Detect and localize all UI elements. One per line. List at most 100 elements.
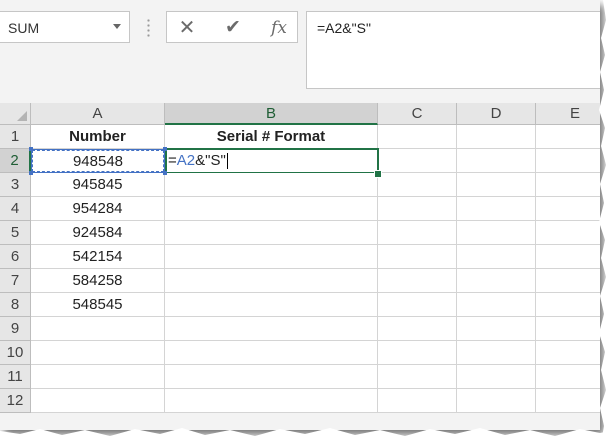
cell-a9[interactable] — [31, 317, 165, 341]
cell-c3[interactable] — [378, 173, 457, 197]
cell-e2[interactable] — [536, 149, 600, 173]
cell-e12[interactable] — [536, 389, 600, 413]
cell-d11[interactable] — [457, 365, 536, 389]
cell-e5[interactable] — [536, 221, 600, 245]
cell-d1[interactable] — [457, 125, 536, 149]
resize-grip-icon[interactable] — [147, 18, 150, 38]
reference-handle[interactable] — [29, 147, 33, 151]
cell-b1[interactable]: Serial # Format — [165, 125, 378, 149]
enter-check-icon[interactable]: ✔ — [219, 17, 247, 39]
edit-suffix: &"S" — [195, 152, 226, 169]
cell-b7[interactable] — [165, 269, 378, 293]
cell-d10[interactable] — [457, 341, 536, 365]
cell-d12[interactable] — [457, 389, 536, 413]
torn-edge-right — [599, 0, 615, 443]
select-all-button[interactable] — [0, 103, 31, 125]
cell-b10[interactable] — [165, 341, 378, 365]
cell-c12[interactable] — [378, 389, 457, 413]
formula-text: =A2&"S" — [317, 20, 371, 36]
cell-c5[interactable] — [378, 221, 457, 245]
row-header-4[interactable]: 4 — [0, 197, 31, 221]
cell-b4[interactable] — [165, 197, 378, 221]
cell-c9[interactable] — [378, 317, 457, 341]
row-header-11[interactable]: 11 — [0, 365, 31, 389]
chevron-down-icon[interactable] — [113, 24, 121, 29]
cell-a8[interactable]: 548545 — [31, 293, 165, 317]
column-header-a[interactable]: A — [31, 103, 165, 125]
reference-handle[interactable] — [163, 147, 167, 151]
cell-a10[interactable] — [31, 341, 165, 365]
cell-a4[interactable]: 954284 — [31, 197, 165, 221]
reference-handle[interactable] — [163, 171, 167, 175]
cell-b12[interactable] — [165, 389, 378, 413]
cell-e3[interactable] — [536, 173, 600, 197]
cell-b2-editing[interactable]: =A2&"S" — [165, 148, 379, 174]
cell-e11[interactable] — [536, 365, 600, 389]
name-box[interactable]: SUM — [0, 11, 130, 43]
cell-d2[interactable] — [457, 149, 536, 173]
row-header-5[interactable]: 5 — [0, 221, 31, 245]
column-header-b[interactable]: B — [165, 103, 378, 125]
cell-b8[interactable] — [165, 293, 378, 317]
cell-a3[interactable]: 945845 — [31, 173, 165, 197]
row-header-9[interactable]: 9 — [0, 317, 31, 341]
row-header-3[interactable]: 3 — [0, 173, 31, 197]
cell-c11[interactable] — [378, 365, 457, 389]
cell-a11[interactable] — [31, 365, 165, 389]
cell-e9[interactable] — [536, 317, 600, 341]
cell-d9[interactable] — [457, 317, 536, 341]
cell-c1[interactable] — [378, 125, 457, 149]
formula-buttons: ✕ ✔ fx — [166, 11, 298, 43]
edit-reference: A2 — [176, 152, 196, 169]
row-header-8[interactable]: 8 — [0, 293, 31, 317]
cell-e8[interactable] — [536, 293, 600, 317]
cell-b6[interactable] — [165, 245, 378, 269]
row-header-2[interactable]: 2 — [0, 149, 31, 173]
cell-b11[interactable] — [165, 365, 378, 389]
row-header-6[interactable]: 6 — [0, 245, 31, 269]
cell-e6[interactable] — [536, 245, 600, 269]
cell-b3[interactable] — [165, 173, 378, 197]
cell-b9[interactable] — [165, 317, 378, 341]
cell-c7[interactable] — [378, 269, 457, 293]
row-header-10[interactable]: 10 — [0, 341, 31, 365]
excel-window: SUM ✕ ✔ fx =A2&"S" A B C D E 1 2 3 4 5 6… — [0, 0, 600, 430]
column-header-c[interactable]: C — [378, 103, 457, 125]
edit-prefix: = — [168, 152, 177, 169]
insert-function-icon[interactable]: fx — [265, 17, 293, 39]
cell-e1[interactable] — [536, 125, 600, 149]
cell-a2[interactable]: 948548 — [31, 149, 165, 173]
cell-d8[interactable] — [457, 293, 536, 317]
cell-e10[interactable] — [536, 341, 600, 365]
cell-c10[interactable] — [378, 341, 457, 365]
cell-c2[interactable] — [379, 149, 457, 173]
cell-a1[interactable]: Number — [31, 125, 165, 149]
cell-e4[interactable] — [536, 197, 600, 221]
cell-d5[interactable] — [457, 221, 536, 245]
cell-c4[interactable] — [378, 197, 457, 221]
column-header-d[interactable]: D — [457, 103, 536, 125]
column-header-e[interactable]: E — [536, 103, 600, 125]
cell-a6[interactable]: 542154 — [31, 245, 165, 269]
cell-e7[interactable] — [536, 269, 600, 293]
cell-c6[interactable] — [378, 245, 457, 269]
cell-d6[interactable] — [457, 245, 536, 269]
select-all-icon — [17, 111, 27, 121]
row-header-7[interactable]: 7 — [0, 269, 31, 293]
name-box-value: SUM — [8, 20, 40, 36]
row-header-12[interactable]: 12 — [0, 389, 31, 413]
cell-a5[interactable]: 924584 — [31, 221, 165, 245]
formula-input[interactable]: =A2&"S" — [306, 11, 600, 89]
cell-d7[interactable] — [457, 269, 536, 293]
cell-c8[interactable] — [378, 293, 457, 317]
cancel-icon[interactable]: ✕ — [173, 17, 201, 39]
fill-handle[interactable] — [374, 170, 382, 178]
cell-d4[interactable] — [457, 197, 536, 221]
cell-d3[interactable] — [457, 173, 536, 197]
cell-b5[interactable] — [165, 221, 378, 245]
text-cursor — [226, 153, 228, 170]
row-header-1[interactable]: 1 — [0, 125, 31, 149]
reference-handle[interactable] — [29, 171, 33, 175]
cell-a7[interactable]: 584258 — [31, 269, 165, 293]
cell-a12[interactable] — [31, 389, 165, 413]
